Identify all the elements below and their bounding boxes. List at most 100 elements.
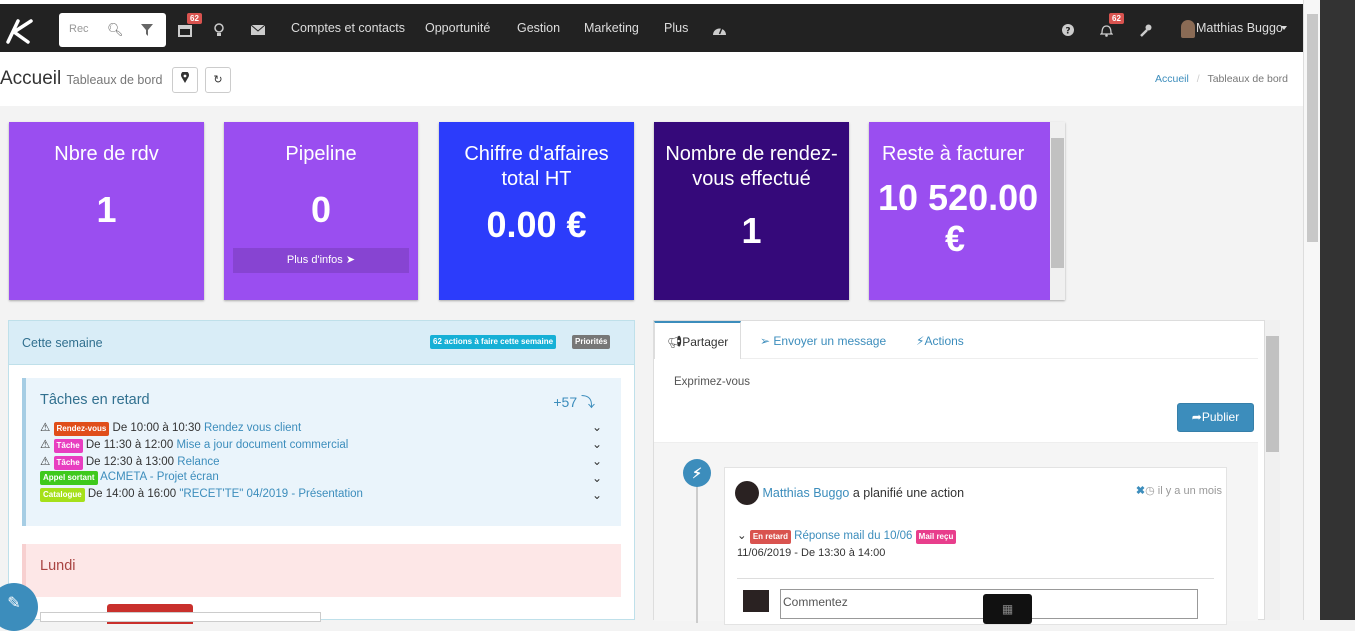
priorities-badge[interactable]: Priorités [572, 335, 611, 349]
task-link[interactable]: ACMETA - Projet écran [100, 471, 219, 483]
feed-scrollbar[interactable] [1265, 320, 1280, 620]
envelope-icon[interactable] [251, 25, 265, 35]
post-header: Matthias Buggo a planifié une action [735, 481, 964, 505]
card-pipeline: Pipeline 0 Plus d'infos ➤ [224, 122, 418, 300]
card-title: Chiffre d'affaires total HT [464, 143, 609, 190]
search-icon[interactable]: 🔍︎ [107, 22, 124, 38]
card-title: Nombre de rendez-vous effectué [665, 143, 838, 190]
week-panel-header: Cette semaine 62 actions à faire cette s… [9, 321, 634, 365]
task-tag: Tâche [53, 456, 83, 470]
card-value: 0.00 € [486, 204, 587, 245]
breadcrumb-separator: / [1196, 73, 1200, 85]
chevron-down-icon[interactable]: ⌄ [592, 437, 602, 451]
share-icon: ➦ [1191, 410, 1202, 424]
card-chiffre-affaires: Chiffre d'affaires total HT 0.00 € [439, 122, 634, 300]
late-tasks-count[interactable]: +57 ⤵ [553, 392, 595, 412]
activity-feed: ⚡︎ Matthias Buggo a planifié une action … [654, 442, 1258, 625]
warning-icon: ⚠ [40, 439, 51, 451]
notification-badge: 62 [1109, 13, 1124, 24]
reply-link[interactable]: Réponse mail du 10/06 [794, 530, 912, 542]
action-item: ⌄ En retard Réponse mail du 10/06 Mail r… [737, 528, 957, 544]
page-title: Accueil Tableaux de bord [0, 68, 162, 90]
bell-icon[interactable] [1100, 23, 1113, 37]
card-title: Nbre de rdv [54, 143, 159, 165]
task-link[interactable]: Rendez vous client [204, 422, 301, 434]
bullhorn-icon: 📢︎ [667, 335, 683, 349]
user-avatar[interactable] [1181, 20, 1195, 38]
close-icon[interactable]: ✖ [1136, 485, 1145, 497]
commenter-avatar [743, 590, 769, 612]
lightbulb-icon[interactable] [214, 23, 224, 37]
pencil-icon: ✎ [7, 595, 21, 612]
task-link[interactable]: "RECET'TE" 04/2019 - Présentation [179, 488, 363, 500]
tab-actions[interactable]: ⚡︎Actions [916, 334, 964, 348]
wrench-icon[interactable] [1139, 24, 1152, 37]
task-link[interactable]: Relance [177, 456, 219, 468]
tab-partager[interactable]: 📢︎Partager [654, 321, 742, 359]
nav-marketing[interactable]: Marketing [584, 21, 639, 35]
nav-comptes[interactable]: Comptes et contacts [291, 21, 405, 35]
card-value: 1 [96, 189, 117, 230]
filter-icon[interactable] [141, 24, 153, 36]
user-menu[interactable]: Matthias Buggo [1196, 21, 1283, 35]
chevron-down-icon[interactable]: ⌄ [592, 454, 602, 468]
card-reste-facturer: Reste à facturer 10 520.00 € [869, 122, 1065, 300]
chevron-down-icon[interactable]: ⌄ [737, 530, 747, 542]
location-button[interactable] [172, 67, 198, 93]
task-tag: Catalogue [40, 488, 85, 502]
breadcrumb-current: Tableaux de bord [1207, 73, 1288, 85]
help-icon[interactable]: ? [1062, 24, 1074, 36]
breadcrumb-home[interactable]: Accueil [1155, 73, 1189, 85]
chevron-down-icon[interactable]: ⌄ [592, 471, 602, 485]
tab-envoyer-message[interactable]: ➢ Envoyer un message [760, 334, 886, 348]
search-box[interactable]: Rec 🔍︎ [59, 13, 166, 47]
card-rdv-effectue: Nombre de rendez-vous effectué 1 [654, 122, 849, 300]
task-row: ⚠ Tâche De 12:30 à 13:00 Relance ⌄ [40, 454, 602, 471]
dashboard-icon[interactable] [712, 24, 727, 36]
warning-icon: ⚠ [40, 422, 51, 434]
late-tasks-title: Tâches en retard [40, 392, 150, 408]
task-tag: Appel sortant [40, 471, 98, 485]
card-value: 1 [741, 210, 762, 251]
share-panel: 📢︎Partager ➢ Envoyer un message ⚡︎Action… [653, 320, 1265, 625]
scrollbar-thumb[interactable] [1051, 138, 1064, 268]
publish-button[interactable]: ➦Publier [1177, 403, 1254, 432]
tab-partager-label: Partager [682, 335, 729, 349]
task-row: Appel sortant ACMETA - Projet écran ⌄ [40, 471, 602, 488]
page-title-text: Accueil [0, 68, 62, 89]
window-edge [1303, 0, 1355, 620]
refresh-button[interactable]: ↻ [205, 67, 231, 93]
scrollbar-thumb[interactable] [1266, 336, 1279, 452]
share-input[interactable]: Exprimez-vous [674, 376, 750, 388]
action-date: 11/06/2019 - De 13:30 à 14:00 [737, 547, 886, 559]
card-value-currency: € [945, 218, 966, 259]
nav-gestion[interactable]: Gestion [517, 21, 560, 35]
timeline-line [696, 463, 698, 623]
task-tag: Tâche [53, 439, 83, 453]
task-tag: Rendez-vous [53, 422, 110, 436]
chevron-down-icon[interactable]: ⌄ [592, 488, 602, 502]
scrollbar-thumb[interactable] [1307, 14, 1318, 242]
search-input[interactable]: Rec [69, 23, 97, 35]
card-nbre-rdv: Nbre de rdv 1 [9, 122, 204, 300]
share-tabs: 📢︎Partager ➢ Envoyer un message ⚡︎Action… [654, 321, 1258, 359]
monday-section: Lundi [22, 544, 621, 597]
task-link[interactable]: Mise a jour document commercial [176, 439, 348, 451]
actions-badge[interactable]: 62 actions à faire cette semaine [430, 335, 557, 349]
calendar-icon[interactable] [178, 23, 192, 37]
card-value: 10 520.00 [878, 177, 1039, 218]
card-scrollbar[interactable] [1050, 122, 1065, 300]
logo-icon[interactable] [4, 18, 34, 44]
nav-plus[interactable]: Plus [664, 21, 688, 35]
svg-text:?: ? [1065, 27, 1070, 37]
more-info-link[interactable]: Plus d'infos ➤ [233, 248, 409, 273]
publish-label: Publier [1201, 410, 1240, 424]
task-row: ⚠ Tâche De 11:30 à 12:00 Mise a jour doc… [40, 437, 602, 454]
chevron-down-icon[interactable]: ⌄ [592, 420, 602, 434]
late-tasks: Tâches en retard +57 ⤵ ⚠ Rendez-vous De … [22, 378, 621, 526]
chevron-down-icon[interactable] [1281, 26, 1287, 30]
page-scrollbar[interactable] [1303, 0, 1320, 620]
post-author[interactable]: Matthias Buggo [762, 486, 849, 500]
task-time: De 11:30 à 12:00 [85, 439, 174, 451]
nav-opportunite[interactable]: Opportunité [425, 21, 490, 35]
